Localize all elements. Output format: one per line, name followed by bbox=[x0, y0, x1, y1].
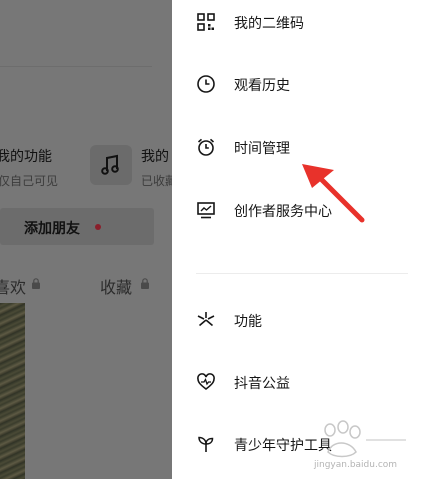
menu-item-label: 我的二维码 bbox=[234, 16, 304, 32]
add-friend-label: 添加朋友 bbox=[24, 221, 80, 237]
lock-icon bbox=[141, 278, 149, 289]
menu-item-charity[interactable]: 抖音公益 bbox=[172, 362, 429, 402]
menu-item-qr-code[interactable]: 我的二维码 bbox=[172, 2, 429, 42]
my-function-title[interactable]: 我的功能 bbox=[0, 146, 52, 166]
baidu-paw-logo bbox=[324, 420, 406, 458]
music-title[interactable]: 我的 bbox=[141, 146, 169, 166]
creator-chart-icon bbox=[197, 202, 215, 219]
menu-item-label: 观看历史 bbox=[234, 78, 290, 94]
red-arrow-annotation bbox=[302, 164, 365, 223]
sprout-icon bbox=[198, 436, 214, 452]
tab-favorites[interactable]: 收藏 bbox=[100, 274, 132, 298]
watermark-site: jingyan.baidu.com bbox=[314, 460, 398, 470]
side-drawer: 我的二维码 观看历史 时间管理 创作者服务中心 功能 抖音公益 青少年守护工具 bbox=[172, 0, 429, 479]
video-thumbnail[interactable] bbox=[0, 303, 25, 479]
menu-item-label: 抖音公益 bbox=[234, 376, 290, 392]
alarm-clock-icon bbox=[197, 138, 215, 156]
clock-icon bbox=[197, 75, 215, 93]
watermark: jingyan.baidu.com bbox=[310, 420, 420, 476]
my-function-subtitle: 仅自己可见 bbox=[0, 174, 59, 188]
menu-item-label: 时间管理 bbox=[234, 141, 290, 157]
menu-item-features[interactable]: 功能 bbox=[172, 300, 429, 340]
lock-icon bbox=[32, 278, 40, 289]
music-icon[interactable] bbox=[90, 145, 132, 185]
divider bbox=[0, 66, 152, 67]
qr-code-icon bbox=[197, 13, 215, 31]
add-friend-button[interactable]: 添加朋友 bbox=[0, 208, 154, 245]
music-subtitle: 已收藏 bbox=[141, 174, 172, 188]
tab-likes[interactable]: 喜欢 bbox=[0, 274, 26, 298]
menu-item-label: 功能 bbox=[234, 314, 262, 330]
menu-separator bbox=[196, 273, 408, 274]
notification-dot bbox=[95, 224, 101, 230]
menu-item-watch-history[interactable]: 观看历史 bbox=[172, 64, 429, 104]
heart-pulse-icon bbox=[197, 373, 215, 391]
background-page: 我的功能 仅自己可见 我的 已收藏 添加朋友 喜欢 收藏 bbox=[0, 0, 172, 479]
sparkle-icon bbox=[197, 312, 215, 327]
